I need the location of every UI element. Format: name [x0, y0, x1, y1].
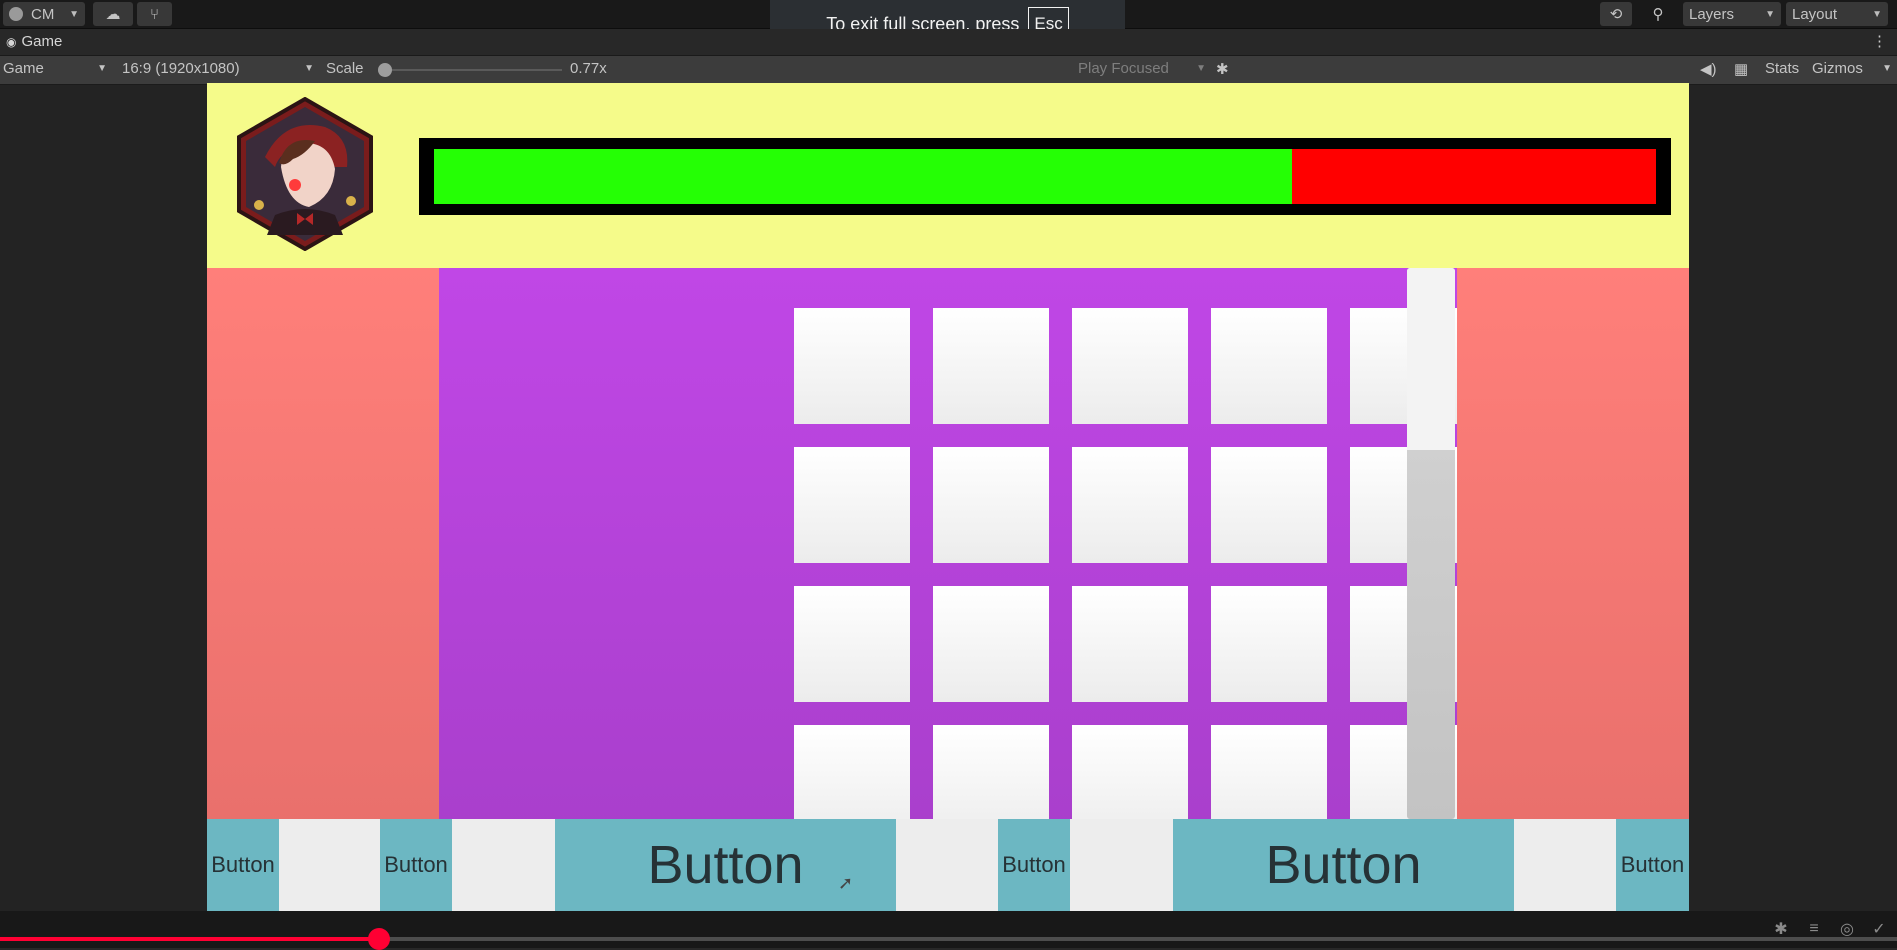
- game-button-5[interactable]: Button: [1173, 819, 1514, 911]
- cloud-icon: ☁: [105, 6, 121, 23]
- history-button[interactable]: ⟲: [1600, 2, 1632, 26]
- collab-button[interactable]: ⑂: [137, 2, 172, 26]
- character-portrait: [235, 96, 375, 252]
- scale-value: 0.77x: [570, 60, 607, 77]
- play-mode-select[interactable]: Play Focused ▼: [1078, 60, 1206, 77]
- game-button-4[interactable]: Button: [998, 819, 1070, 911]
- video-progress-fill: [0, 937, 380, 941]
- stats-button[interactable]: Stats: [1765, 60, 1799, 77]
- inventory-slot[interactable]: [933, 586, 1049, 702]
- inventory-slot[interactable]: [1211, 308, 1327, 424]
- inventory-slot[interactable]: [933, 447, 1049, 563]
- collab-icon: ⑂: [149, 5, 159, 23]
- layout-label: Layout: [1792, 5, 1838, 23]
- display-select-value: Game: [3, 60, 44, 77]
- chevron-down-icon: ▼: [1765, 8, 1775, 20]
- keyboard-icon[interactable]: ▦: [1734, 60, 1748, 78]
- mouse-cursor-icon: ➚: [838, 873, 854, 893]
- scale-label: Scale: [326, 60, 364, 77]
- display-select[interactable]: Game ▼: [3, 60, 107, 77]
- game-tab-bar: ◉ Game ⋮: [0, 29, 1897, 56]
- inventory-slot[interactable]: [794, 447, 910, 563]
- left-side-panel: [207, 268, 439, 826]
- account-dropdown[interactable]: CM ▼: [3, 2, 85, 26]
- chevron-down-icon: ▼: [1872, 8, 1882, 20]
- video-progress-bar[interactable]: [0, 928, 1897, 950]
- video-controls-bar: ✱ ≡ ◎ ✓: [0, 911, 1897, 948]
- inventory-slot[interactable]: [794, 586, 910, 702]
- game-button-2[interactable]: Button: [380, 819, 452, 911]
- layers-dropdown[interactable]: Layers ▼: [1683, 2, 1781, 26]
- chevron-down-icon: ▼: [1196, 63, 1206, 74]
- inventory-slot[interactable]: [1072, 308, 1188, 424]
- inventory-slot[interactable]: [933, 308, 1049, 424]
- game-canvas: Button Button Button Button Button Butto…: [207, 83, 1689, 911]
- search-button[interactable]: ⚲: [1644, 2, 1672, 26]
- play-mode-value: Play Focused: [1078, 60, 1169, 77]
- chevron-down-icon: ▼: [69, 8, 79, 20]
- aspect-select[interactable]: 16:9 (1920x1080) ▼: [122, 60, 314, 77]
- history-icon: ⟲: [1609, 6, 1623, 23]
- more-options-icon[interactable]: ⋮: [1872, 32, 1887, 50]
- account-label: CM: [31, 5, 55, 23]
- hud-panel: [207, 83, 1689, 268]
- scale-slider-handle[interactable]: [378, 63, 393, 77]
- gizmos-label: Gizmos: [1812, 60, 1863, 77]
- right-side-panel: [1457, 268, 1689, 826]
- button-row: Button Button Button Button Button Butto…: [207, 819, 1689, 911]
- gizmos-dropdown[interactable]: Gizmos ▼: [1812, 60, 1892, 77]
- chevron-down-icon: ▼: [1882, 63, 1892, 74]
- speaker-icon[interactable]: ◀): [1700, 60, 1717, 78]
- game-button-3[interactable]: Button: [555, 819, 896, 911]
- layout-dropdown[interactable]: Layout ▼: [1786, 2, 1888, 26]
- inventory-grid-panel: [439, 268, 1466, 841]
- inventory-slot[interactable]: [1072, 586, 1188, 702]
- game-tab[interactable]: ◉ Game: [6, 33, 62, 50]
- grid-scrollbar[interactable]: [1407, 268, 1455, 819]
- health-bar-damage: [1292, 149, 1656, 204]
- inventory-slot[interactable]: [1072, 447, 1188, 563]
- search-icon: ⚲: [1652, 6, 1664, 23]
- health-bar-fill: [434, 149, 1292, 204]
- chevron-down-icon: ▼: [304, 63, 314, 74]
- scale-slider[interactable]: [378, 63, 562, 77]
- account-icon: [9, 7, 23, 21]
- cloud-button[interactable]: ☁: [93, 2, 133, 26]
- layers-label: Layers: [1689, 5, 1735, 23]
- inventory-slot[interactable]: [1211, 586, 1327, 702]
- chevron-down-icon: ▼: [97, 63, 107, 74]
- gamepad-icon: ◉: [6, 34, 17, 49]
- inventory-slot[interactable]: [794, 308, 910, 424]
- bug-icon[interactable]: ✱: [1216, 60, 1229, 78]
- game-button-1[interactable]: Button: [207, 819, 279, 911]
- scrollbar-handle[interactable]: [1407, 268, 1455, 450]
- game-view-controls: Game ▼ 16:9 (1920x1080) ▼ Scale 0.77x Pl…: [0, 56, 1897, 85]
- game-tab-title: Game: [21, 33, 63, 50]
- inventory-slot[interactable]: [1211, 447, 1327, 563]
- health-bar: [419, 138, 1671, 215]
- aspect-select-value: 16:9 (1920x1080): [122, 60, 240, 77]
- game-button-6[interactable]: Button: [1616, 819, 1689, 911]
